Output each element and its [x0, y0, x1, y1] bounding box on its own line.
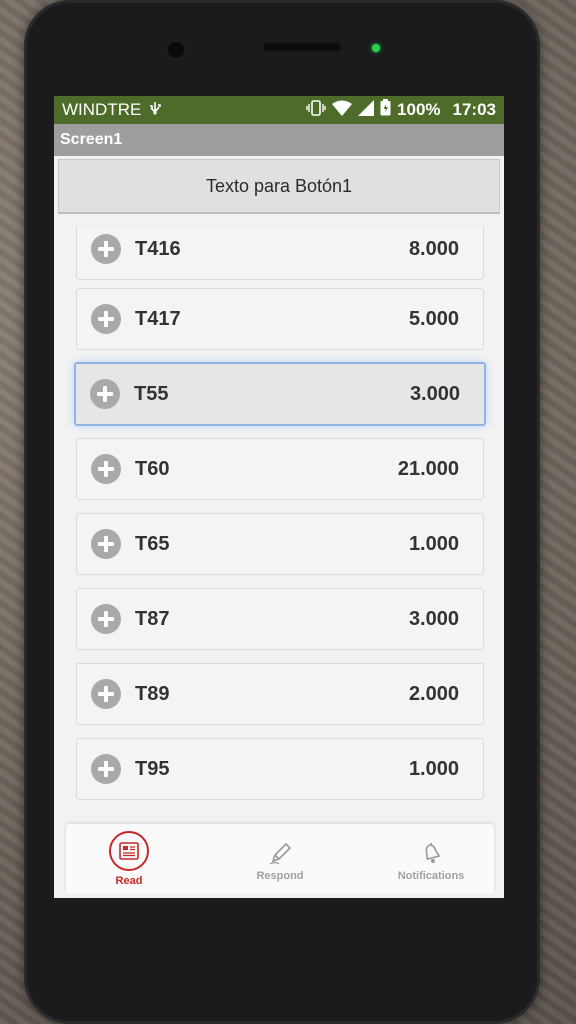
- item-code: T416: [135, 237, 181, 260]
- list-item-t87[interactable]: T87 3.000: [76, 588, 484, 650]
- usb-icon: [147, 100, 163, 120]
- bottom-navigation: Read Respond Notifications: [66, 824, 494, 894]
- nav-notifications-label: Notifications: [397, 870, 465, 882]
- item-code: T87: [135, 607, 170, 630]
- bell-icon[interactable]: [418, 836, 444, 866]
- pencil-icon[interactable]: [267, 836, 293, 866]
- plus-icon[interactable]: [91, 679, 121, 709]
- screen-title: Screen1: [60, 131, 123, 148]
- item-value: 21.000: [397, 457, 459, 480]
- plus-icon[interactable]: [90, 379, 120, 409]
- list-item-t417[interactable]: T417 5.000: [76, 288, 484, 350]
- list-item-t89[interactable]: T89 2.000: [76, 663, 484, 725]
- notification-led: [372, 44, 380, 52]
- earpiece-speaker: [262, 42, 342, 52]
- signal-icon: [358, 99, 375, 121]
- plus-icon[interactable]: [91, 604, 121, 634]
- vibrate-icon: [306, 99, 326, 121]
- app-screen: WINDTRE 100% 17:03 Screen1 Texto para Bo…: [54, 96, 504, 898]
- nav-respond[interactable]: Respond: [235, 836, 325, 882]
- item-value: 1.000: [408, 757, 459, 780]
- battery-level: 100%: [397, 100, 441, 119]
- item-value: 5.000: [408, 307, 459, 330]
- nav-respond-label: Respond: [256, 870, 304, 882]
- clock: 17:03: [452, 100, 496, 119]
- list-item-t416[interactable]: T416 8.000: [76, 226, 484, 280]
- item-value: 8.000: [408, 237, 459, 260]
- plus-icon[interactable]: [91, 529, 121, 559]
- item-list[interactable]: T416 8.000 T417 5.000 T55 3.000 T60 21.0…: [54, 226, 504, 800]
- list-item-t60[interactable]: T60 21.000: [76, 438, 484, 500]
- nav-read-label: Read: [115, 875, 143, 887]
- item-code: T55: [134, 382, 169, 405]
- plus-icon[interactable]: [91, 754, 121, 784]
- nav-read[interactable]: Read: [84, 831, 174, 887]
- item-code: T89: [135, 682, 170, 705]
- plus-icon[interactable]: [91, 234, 121, 264]
- nav-notifications[interactable]: Notifications: [386, 836, 476, 882]
- plus-icon[interactable]: [91, 304, 121, 334]
- item-value: 2.000: [408, 682, 459, 705]
- list-item-t95[interactable]: T95 1.000: [76, 738, 484, 800]
- status-bar: WINDTRE 100% 17:03: [54, 96, 504, 124]
- screen-title-bar: Screen1: [54, 124, 504, 156]
- item-value: 3.000: [408, 607, 459, 630]
- battery-icon: [380, 99, 391, 121]
- item-code: T65: [135, 532, 170, 555]
- plus-icon[interactable]: [91, 454, 121, 484]
- news-icon[interactable]: [109, 831, 149, 871]
- item-code: T417: [135, 307, 181, 330]
- carrier-name: WINDTRE: [62, 100, 142, 119]
- texto-para-boton1-button[interactable]: Texto para Botón1: [58, 159, 500, 214]
- item-code: T95: [135, 757, 170, 780]
- top-button-label: Texto para Botón1: [205, 175, 353, 196]
- list-item-t55[interactable]: T55 3.000: [74, 362, 486, 426]
- front-camera: [166, 40, 186, 60]
- item-code: T60: [135, 457, 170, 480]
- wifi-icon: [332, 100, 353, 121]
- item-value: 3.000: [409, 382, 460, 405]
- item-value: 1.000: [408, 532, 459, 555]
- list-item-t65[interactable]: T65 1.000: [76, 513, 484, 575]
